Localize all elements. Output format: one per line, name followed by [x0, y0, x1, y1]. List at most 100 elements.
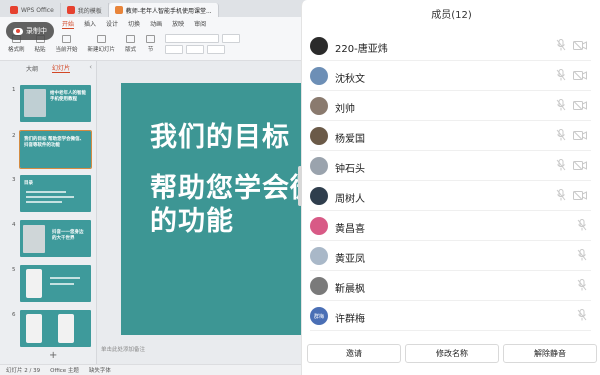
member-name: 周树人 [335, 194, 365, 205]
menu-tab-design[interactable]: 设计 [106, 19, 118, 28]
recording-label: 录制中 [26, 27, 47, 35]
tab-label: WPS Office [21, 6, 54, 14]
muted-mic-icon[interactable] [556, 129, 566, 142]
muted-mic-icon[interactable] [556, 189, 566, 202]
unmute-all-button[interactable]: 解除静音 [503, 344, 597, 363]
member-row[interactable]: 杨爱国 [302, 121, 600, 151]
underline-button[interactable] [207, 45, 226, 54]
muted-mic-icon[interactable] [577, 219, 587, 232]
slide-number: 1 [12, 87, 16, 93]
muted-mic-icon[interactable] [556, 99, 566, 112]
avatar [310, 157, 328, 175]
muted-mic-icon[interactable] [556, 69, 566, 82]
camera-off-icon[interactable] [573, 41, 587, 50]
wps-logo-icon [10, 6, 18, 14]
collapse-panel-icon[interactable]: ‹ [89, 63, 92, 71]
thumbnail-image [24, 89, 46, 117]
camera-off-icon[interactable] [573, 161, 587, 170]
menu-tab-animation[interactable]: 动画 [150, 19, 162, 28]
tab-label: 我的模板 [77, 7, 102, 15]
camera-off-icon[interactable] [573, 191, 587, 200]
camera-off-icon[interactable] [573, 101, 587, 110]
member-row[interactable]: 刘帅 [302, 91, 600, 121]
slide-number: 2 [12, 133, 16, 139]
add-slide-icon[interactable]: + [49, 350, 57, 361]
muted-mic-icon[interactable] [577, 249, 587, 262]
member-name: 黄亚凤 [335, 254, 365, 265]
slide-thumbnail-2[interactable]: 我们的目标 帮助您学会微信、抖音等软件的功能 [19, 130, 92, 169]
template-icon [66, 6, 75, 14]
member-name: 黄昌喜 [335, 224, 365, 235]
slide-title[interactable]: 我们的目标 [150, 115, 290, 154]
tab-current-presentation[interactable]: 教师-老年人智能手机使用课堂... [108, 3, 219, 17]
font-size-select[interactable] [222, 34, 241, 43]
member-row[interactable]: 周树人 [302, 181, 600, 211]
missing-font-indicator[interactable]: 缺失字体 [89, 366, 111, 374]
font-family-select[interactable] [165, 34, 220, 43]
menu-tab-home[interactable]: 开始 [62, 19, 75, 29]
section-icon [146, 35, 156, 43]
layout-icon [126, 35, 136, 43]
member-row[interactable]: 沈秋文 [302, 61, 600, 91]
layout-button[interactable]: 版式 [125, 35, 136, 53]
slide-thumbnail-4[interactable]: 抖音一一您身边的大千世界 [20, 220, 91, 257]
italic-button[interactable] [186, 45, 205, 54]
camera-off-icon[interactable] [573, 131, 587, 140]
current-slide[interactable]: 我们的目标 帮助您学会微 的功能 [121, 83, 301, 335]
member-row[interactable]: 黄昌喜 [302, 211, 600, 241]
slide-thumbnail-3[interactable]: 目录 [20, 175, 91, 212]
bold-button[interactable] [165, 45, 184, 54]
invite-button[interactable]: 邀请 [307, 344, 401, 363]
members-panel-title: 成员(12) [431, 9, 472, 21]
camera-off-icon[interactable] [573, 71, 587, 80]
play-from-start-button[interactable]: 当前开始 [56, 35, 78, 53]
cloud-record-icon [13, 27, 23, 35]
slide-thumbnail-6[interactable] [20, 310, 91, 347]
member-name: 钟石头 [335, 164, 365, 175]
tab-slides[interactable]: 幻灯片 [52, 63, 71, 73]
slide-number: 3 [12, 177, 16, 183]
slide-thumbnail-5[interactable] [20, 265, 91, 302]
tab-label: 教师-老年人智能手机使用课堂... [125, 7, 212, 15]
member-name: 沈秋文 [335, 74, 365, 85]
tab-my-templates[interactable]: 我的模板 [61, 3, 109, 17]
member-row[interactable]: 220-唐亚炜 [302, 31, 600, 61]
avatar [310, 217, 328, 235]
rename-button[interactable]: 修改名称 [405, 344, 499, 363]
avatar [310, 277, 328, 295]
member-name: 许群梅 [335, 314, 365, 325]
thumbnail-panel-header: 大纲 幻灯片 ‹ [0, 61, 96, 75]
recording-badge[interactable]: 录制中 [6, 22, 54, 40]
slide-number: 5 [12, 267, 16, 273]
menu-tab-review[interactable]: 审阅 [194, 19, 206, 28]
member-name: 220-唐亚炜 [335, 44, 388, 55]
font-controls [165, 34, 241, 54]
muted-mic-icon[interactable] [556, 39, 566, 52]
slide-thumbnail-panel: 大纲 幻灯片 ‹ 1 给中老年人的智能手机使用教程 2 我们的目标 帮助您学会微… [0, 61, 97, 364]
member-name: 靳晨枫 [335, 284, 365, 295]
avatar [310, 67, 328, 85]
menu-tab-slideshow[interactable]: 放映 [172, 19, 184, 28]
muted-mic-icon[interactable] [577, 279, 587, 292]
section-button[interactable]: 节 [146, 35, 156, 53]
new-slide-button[interactable]: 新建幻灯片 [88, 35, 115, 53]
member-row[interactable]: 钟石头 [302, 151, 600, 181]
notes-placeholder[interactable]: 单击此处添加备注 [101, 345, 145, 353]
slide-thumbnail-1[interactable]: 给中老年人的智能手机使用教程 [20, 85, 91, 122]
slide-body-line-2[interactable]: 的功能 [150, 199, 234, 238]
slide-number: 4 [12, 222, 16, 228]
avatar [310, 127, 328, 145]
member-row[interactable]: 黄亚凤 [302, 241, 600, 271]
member-row[interactable]: 靳晨枫 [302, 271, 600, 301]
muted-mic-icon[interactable] [577, 309, 587, 322]
tab-outline[interactable]: 大纲 [26, 64, 38, 73]
menu-tab-insert[interactable]: 插入 [84, 19, 96, 28]
menu-tab-transitions[interactable]: 切换 [128, 19, 140, 28]
avatar [310, 37, 328, 55]
tab-wps-office[interactable]: WPS Office [4, 3, 61, 17]
slide-number: 6 [12, 312, 16, 318]
members-panel: 成员(12) 220-唐亚炜 沈秋文刘帅 杨爱国钟石头周树人黄昌喜黄亚凤靳晨枫群梅许… [298, 0, 600, 375]
muted-mic-icon[interactable] [556, 159, 566, 172]
member-row[interactable]: 群梅 许群梅 [302, 301, 600, 331]
play-icon [62, 35, 72, 43]
